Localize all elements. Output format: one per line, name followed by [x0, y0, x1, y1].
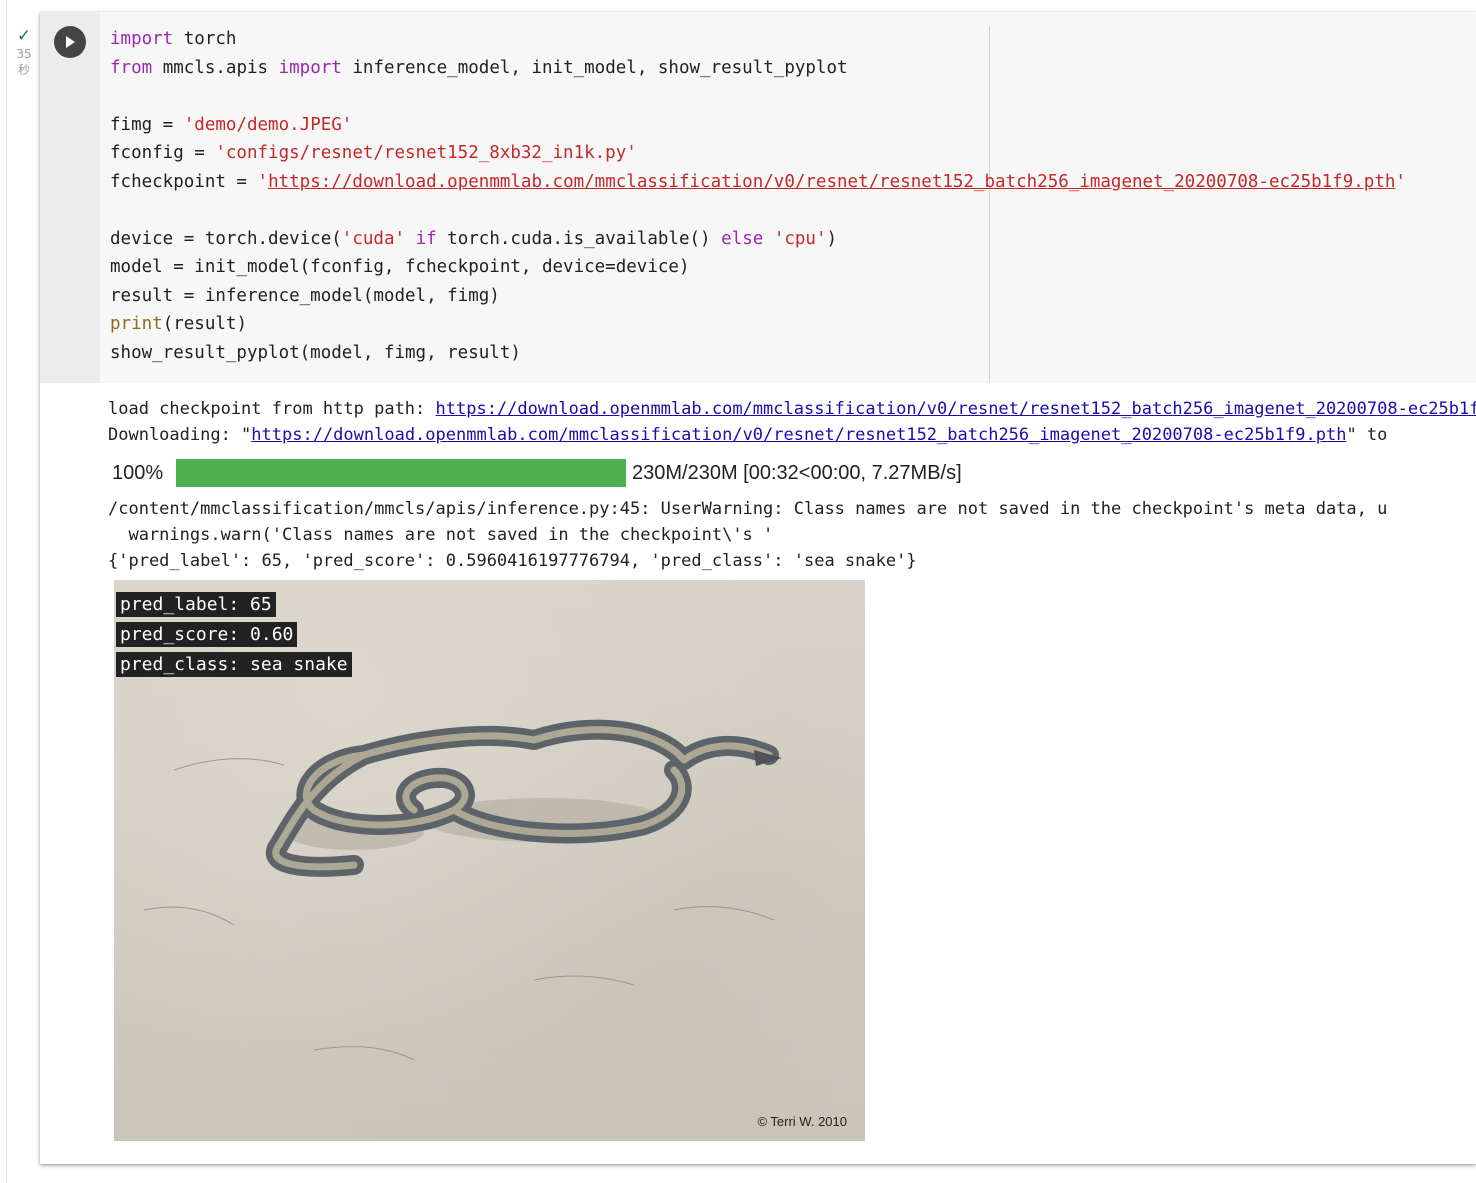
progress-bar-fill [176, 459, 626, 487]
code-token: show_result_pyplot(model, fimg, result) [110, 342, 521, 363]
code-token: torch [173, 29, 237, 49]
code-token: result = inference_model(model, fimg) [110, 285, 500, 306]
code-token: import [278, 57, 342, 78]
code-token: print [110, 314, 163, 334]
code-token: fcheckpoint = [110, 171, 258, 192]
code-token: model = init_model(fconfig, fcheckpoint,… [110, 257, 690, 277]
code-line[interactable]: device = torch.device('cuda' if torch.cu… [110, 225, 1406, 254]
progress-bar [176, 459, 626, 487]
notebook-gutter-line [6, 0, 7, 1183]
load-checkpoint-line: load checkpoint from http path: https://… [108, 396, 1476, 422]
code-token: if [415, 228, 437, 249]
code-token: 'cpu' [773, 228, 827, 249]
code-token: (result) [162, 314, 247, 334]
code-token: inference_model, init_model, show_result… [341, 57, 848, 78]
progress-info: 230M/230M [00:32<00:00, 7.27MB/s] [632, 461, 962, 484]
code-line[interactable]: from mmcls.apis import inference_model, … [110, 54, 1406, 83]
pred-label-badge: pred_label: 65 [116, 592, 276, 617]
code-token: import [110, 29, 174, 49]
cell-output: load checkpoint from http path: https://… [108, 396, 1476, 574]
cell-gutter [40, 12, 100, 383]
checkpoint-link[interactable]: https://download.openmmlab.com/mmclassif… [436, 399, 1476, 419]
code-token: ' [1395, 171, 1406, 192]
code-editor[interactable]: import torch from mmcls.apis import infer… [100, 12, 1476, 383]
code-line[interactable]: result = inference_model(model, fimg) [110, 282, 1406, 311]
code-token: 'configs/resnet/resnet152_8xb32_in1k.py' [215, 143, 637, 163]
code-token: ) [826, 228, 838, 249]
code-token: torch.cuda.is_available() [436, 228, 722, 249]
code-line[interactable]: show_result_pyplot(model, fimg, result) [110, 339, 1406, 368]
result-dict-line: {'pred_label': 65, 'pred_score': 0.59604… [108, 551, 917, 571]
photo-credit: © Terri W. 2010 [757, 1114, 847, 1129]
play-icon [66, 36, 75, 48]
code-line[interactable]: fcheckpoint = 'https://download.openmmla… [110, 168, 1406, 197]
result-image: pred_label: 65 pred_score: 0.60 pred_cla… [114, 580, 865, 1141]
warning-detail-line: warnings.warn('Class names are not saved… [108, 525, 774, 545]
checkmark-icon: ✓ [16, 26, 32, 46]
code-cell[interactable]: import torch from mmcls.apis import infer… [40, 12, 1476, 1164]
download-link[interactable]: https://download.openmmlab.com/mmclassif… [251, 425, 1346, 445]
code-line[interactable]: fimg = 'demo/demo.JPEG' [110, 111, 1406, 140]
code-token: from [110, 57, 153, 78]
run-cell-button[interactable] [54, 26, 86, 58]
code-line[interactable] [110, 82, 1406, 111]
execution-duration: 35 [16, 47, 32, 61]
code-line[interactable]: print(result) [110, 310, 1406, 339]
code-url: https://download.openmmlab.com/mmclassif… [268, 171, 1396, 192]
warning-line: /content/mmclassification/mmcls/apis/inf… [108, 499, 1388, 519]
code-line[interactable]: model = init_model(fconfig, fcheckpoint,… [110, 253, 1406, 282]
code-token: mmcls.apis [152, 57, 279, 78]
code-token: else [721, 228, 764, 249]
cell-execution-status: ✓ 35 秒 [12, 26, 36, 78]
code-token: fimg = [110, 114, 184, 135]
execution-duration-unit: 秒 [17, 63, 30, 77]
progress-percent: 100% [112, 461, 164, 484]
downloading-line: Downloading: "https://download.openmmlab… [108, 425, 1388, 445]
pred-class-badge: pred_class: sea snake [116, 652, 352, 677]
download-progress: 100% 230M/230M [00:32<00:00, 7.27MB/s] [108, 458, 1476, 488]
code-token: 'cuda' [341, 228, 406, 249]
code-token: ' [257, 171, 269, 192]
code-token: fconfig = [110, 143, 216, 163]
code-token: 'demo/demo.JPEG' [183, 114, 353, 135]
code-token: device = torch.device( [110, 228, 342, 249]
pred-score-badge: pred_score: 0.60 [116, 622, 298, 647]
code-line[interactable]: import torch [110, 25, 1406, 54]
code-line[interactable]: fconfig = 'configs/resnet/resnet152_8xb3… [110, 139, 1406, 168]
source-code[interactable]: import torch from mmcls.apis import infer… [110, 25, 1406, 367]
code-line[interactable] [110, 196, 1406, 225]
